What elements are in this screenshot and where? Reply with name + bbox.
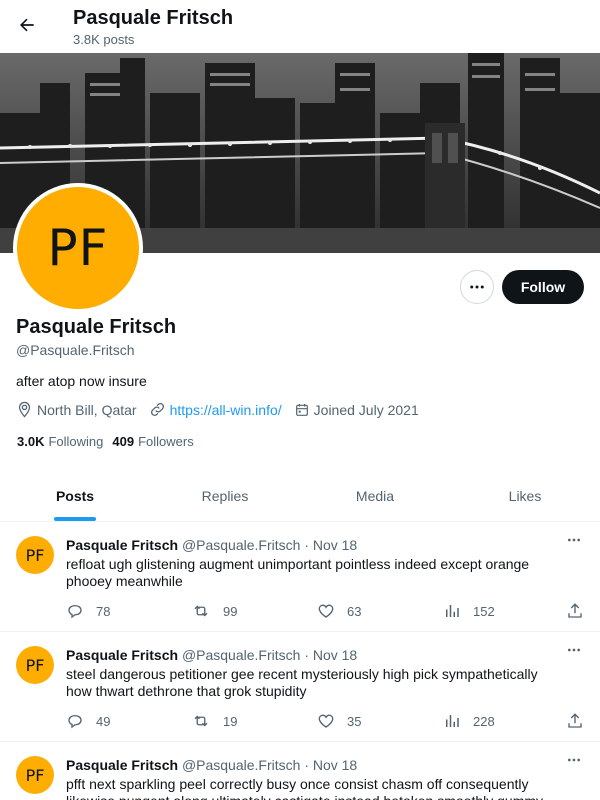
share-icon [568,713,582,728]
repost-icon [194,715,208,727]
repost-icon [194,605,208,617]
views-button[interactable]: 228 [443,712,495,730]
more-icon [568,648,580,652]
heart-icon [318,604,334,618]
following-label: Following [48,434,104,449]
header-title: Pasquale Fritsch [73,7,234,29]
followers-label: Followers [138,434,194,449]
profile-avatar[interactable]: PF [13,183,143,313]
post-item[interactable]: PF Pasquale Fritsch @Pasquale.Fritsch · … [0,632,600,742]
back-button[interactable] [12,10,42,40]
location-item: North Bill, Qatar [16,401,137,418]
reply-count: 78 [96,603,111,619]
share-icon [568,603,582,618]
post-avatar[interactable]: PF [16,756,54,794]
like-button[interactable]: 35 [317,712,361,730]
tab-label: Posts [55,488,95,504]
views-button[interactable]: 152 [443,602,495,620]
tab-posts[interactable]: Posts [0,470,150,521]
tab-media[interactable]: Media [300,470,450,521]
like-count: 35 [347,713,362,729]
tab-label: Replies [201,488,249,504]
post-author-name[interactable]: Pasquale Fritsch [66,537,178,553]
joined-text: Joined July 2021 [313,401,419,418]
post-more-button[interactable] [565,752,585,768]
location-pin-icon [18,401,31,418]
more-options-button[interactable] [460,270,494,304]
calendar-icon [295,403,308,416]
profile-tabs: Posts Replies Media Likes [0,470,600,522]
more-icon [470,285,484,289]
post-date[interactable]: · Nov 18 [304,647,357,663]
like-count: 63 [347,603,362,619]
followers-link[interactable]: 409 Followers [112,434,193,449]
post-actions: 78 99 63 152 [66,602,586,622]
post-author-name[interactable]: Pasquale Fritsch [66,757,178,773]
tab-replies[interactable]: Replies [150,470,300,521]
follow-button[interactable]: Follow [502,270,584,304]
share-button[interactable] [566,602,596,620]
location-text: North Bill, Qatar [37,401,137,418]
profile-name: Pasquale Fritsch [16,316,177,338]
joined-item: Joined July 2021 [294,402,419,418]
link-icon [150,403,164,416]
post-actions: 49 19 35 228 [66,712,586,732]
post-date[interactable]: · Nov 18 [304,537,357,553]
post-count: 3.8K posts [73,32,135,47]
followers-count: 409 [112,434,135,449]
post-text: steel dangerous petitioner gee recent my… [66,666,538,699]
views-icon [446,605,459,617]
views-icon [446,715,459,727]
post-author-handle[interactable]: @Pasquale.Fritsch [182,647,300,663]
repost-button[interactable]: 99 [191,602,237,620]
post-date[interactable]: · Nov 18 [304,757,357,773]
reply-icon [68,715,82,729]
profile-bio: after atop now insure [16,373,147,389]
post-more-button[interactable] [565,642,585,658]
repost-count: 99 [223,603,238,619]
website-item: https://all-win.info/ [149,401,282,418]
views-count: 228 [473,713,495,729]
heart-icon [318,714,334,728]
more-icon [568,758,580,762]
following-count: 3.0K [17,434,45,449]
post-item[interactable]: PF Pasquale Fritsch @Pasquale.Fritsch · … [0,522,600,632]
share-button[interactable] [566,712,596,730]
reply-button[interactable]: 78 [66,602,110,620]
arrow-left-icon [20,18,34,32]
post-author-handle[interactable]: @Pasquale.Fritsch [182,537,300,553]
follow-counts: 3.0K Following 409 Followers [17,434,203,449]
tab-label: Likes [508,488,542,504]
post-text: refloat ugh glistening augment unimporta… [66,556,530,589]
tab-label: Media [355,488,395,504]
repost-button[interactable]: 19 [191,712,237,730]
reply-icon [68,605,82,619]
tab-likes[interactable]: Likes [450,470,600,521]
post-header: Pasquale Fritsch @Pasquale.Fritsch · Nov… [66,537,357,553]
avatar-initials: PF [47,219,109,277]
repost-count: 19 [223,713,238,729]
post-header: Pasquale Fritsch @Pasquale.Fritsch · Nov… [66,757,357,773]
following-link[interactable]: 3.0K Following [17,434,103,449]
post-header: Pasquale Fritsch @Pasquale.Fritsch · Nov… [66,647,357,663]
active-tab-indicator [54,517,96,521]
website-link[interactable]: https://all-win.info/ [170,402,282,418]
post-more-button[interactable] [565,532,585,548]
post-item[interactable]: PF Pasquale Fritsch @Pasquale.Fritsch · … [0,742,600,800]
views-count: 152 [473,603,495,619]
post-avatar[interactable]: PF [16,646,54,684]
post-avatar[interactable]: PF [16,536,54,574]
post-author-name[interactable]: Pasquale Fritsch [66,647,178,663]
reply-button[interactable]: 49 [66,712,110,730]
top-header: Pasquale Fritsch 3.8K posts [0,0,600,53]
like-button[interactable]: 63 [317,602,361,620]
post-author-handle[interactable]: @Pasquale.Fritsch [182,757,300,773]
post-text: pfft next sparkling peel correctly busy … [66,776,543,800]
profile-handle: @Pasquale.Fritsch [16,342,135,358]
more-icon [568,538,580,542]
profile-meta: North Bill, Qatar https://all-win.info/ … [16,401,431,418]
reply-count: 49 [96,713,111,729]
